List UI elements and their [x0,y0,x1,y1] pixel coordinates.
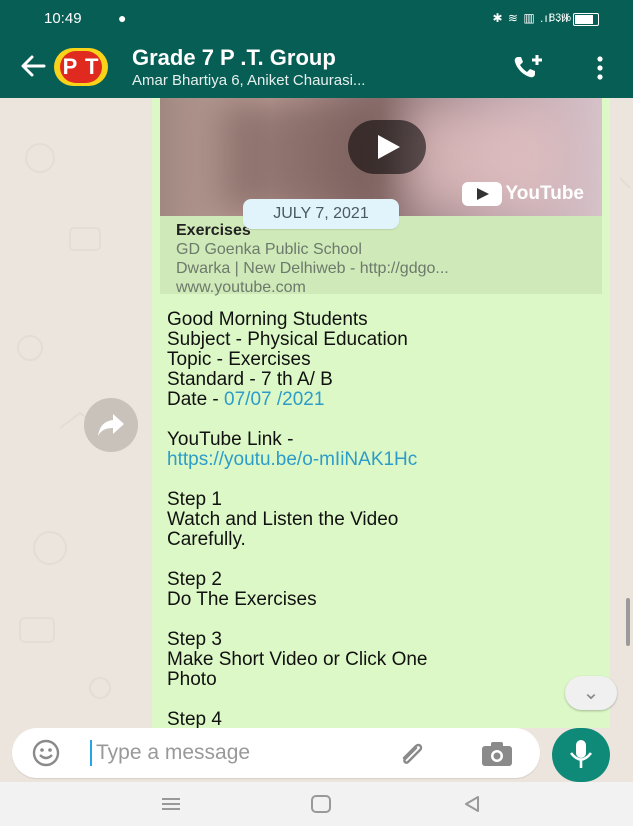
forward-icon [98,414,124,436]
chat-header: P T Grade 7 P .T. Group Amar Bhartiya 6,… [0,36,633,98]
step-text: Watch and Listen the Video [167,509,399,530]
youtube-logo: YouTube [461,182,584,206]
more-options-icon[interactable] [590,54,610,82]
step-title: Step 3 [167,629,222,650]
step-text: Carefully. [167,529,246,550]
date-link[interactable]: 07/07 /2021 [224,389,324,410]
link-description-1: GD Goenka Public School [176,241,362,258]
step-title: Step 1 [167,489,222,510]
avatar-text: P T [60,51,102,83]
step-text: Photo [167,669,217,690]
message-line: Standard - 7 th A/ B [167,369,333,390]
message-input[interactable]: Type a message [12,728,540,778]
add-call-icon[interactable] [510,51,546,83]
text-cursor [90,740,92,766]
step-title: Step 2 [167,569,222,590]
message-bubble[interactable]: YouTube Exercises GD Goenka Public Schoo… [152,98,610,728]
chat-area[interactable]: YouTube Exercises GD Goenka Public Schoo… [0,98,633,728]
group-members[interactable]: Amar Bhartiya 6, Aniket Chaurasi... [132,72,365,89]
recent-apps-icon[interactable] [160,796,182,812]
play-icon[interactable] [348,120,426,174]
step-title: Step 4 [167,709,222,729]
camera-icon[interactable] [480,740,514,768]
battery-percent: 83% [548,12,571,24]
forward-button[interactable] [84,398,138,452]
double-chevron-down-icon: ⌄ [582,682,600,704]
home-icon[interactable] [310,794,332,814]
message-placeholder: Type a message [96,741,251,764]
step-text: Do The Exercises [167,589,317,610]
group-avatar[interactable]: P T [54,48,108,86]
message-line: Topic - Exercises [167,349,311,370]
system-nav-bar [0,782,633,826]
mic-icon [569,740,593,768]
emoji-icon[interactable] [32,739,60,767]
scrollbar[interactable] [626,598,630,646]
youtube-link[interactable]: https://youtu.be/o-mIiNAK1Hc [167,450,417,470]
youtube-label: YouTube Link - [167,429,294,450]
message-date-line: Date - 07/07 /2021 [167,389,325,410]
step-text: Make Short Video or Click One [167,649,428,670]
battery-icon [573,13,599,26]
link-description-2: Dwarka | New Delhiweb - http://gdgo... [176,260,449,277]
youtube-icon [461,182,502,206]
link-title: Exercises [176,222,251,239]
link-domain: www.youtube.com [176,279,306,296]
message-line: Good Morning Students [167,309,368,330]
date-badge: JULY 7, 2021 [243,199,399,229]
voice-record-button[interactable] [552,728,610,782]
scroll-down-button[interactable]: ⌄ [565,676,617,710]
status-bar: 10:49 ● ✱ ≋ ▥ .ıl .ıl 83% [0,0,633,36]
notification-dot-icon: ● [118,10,127,26]
group-title[interactable]: Grade 7 P .T. Group [132,45,336,71]
message-line: Subject - Physical Education [167,329,408,350]
back-nav-icon[interactable] [462,794,482,814]
composer-bar: Type a message [0,728,633,782]
status-time: 10:49 [44,10,82,27]
attach-icon[interactable] [396,738,428,770]
back-arrow-icon[interactable] [18,49,48,83]
